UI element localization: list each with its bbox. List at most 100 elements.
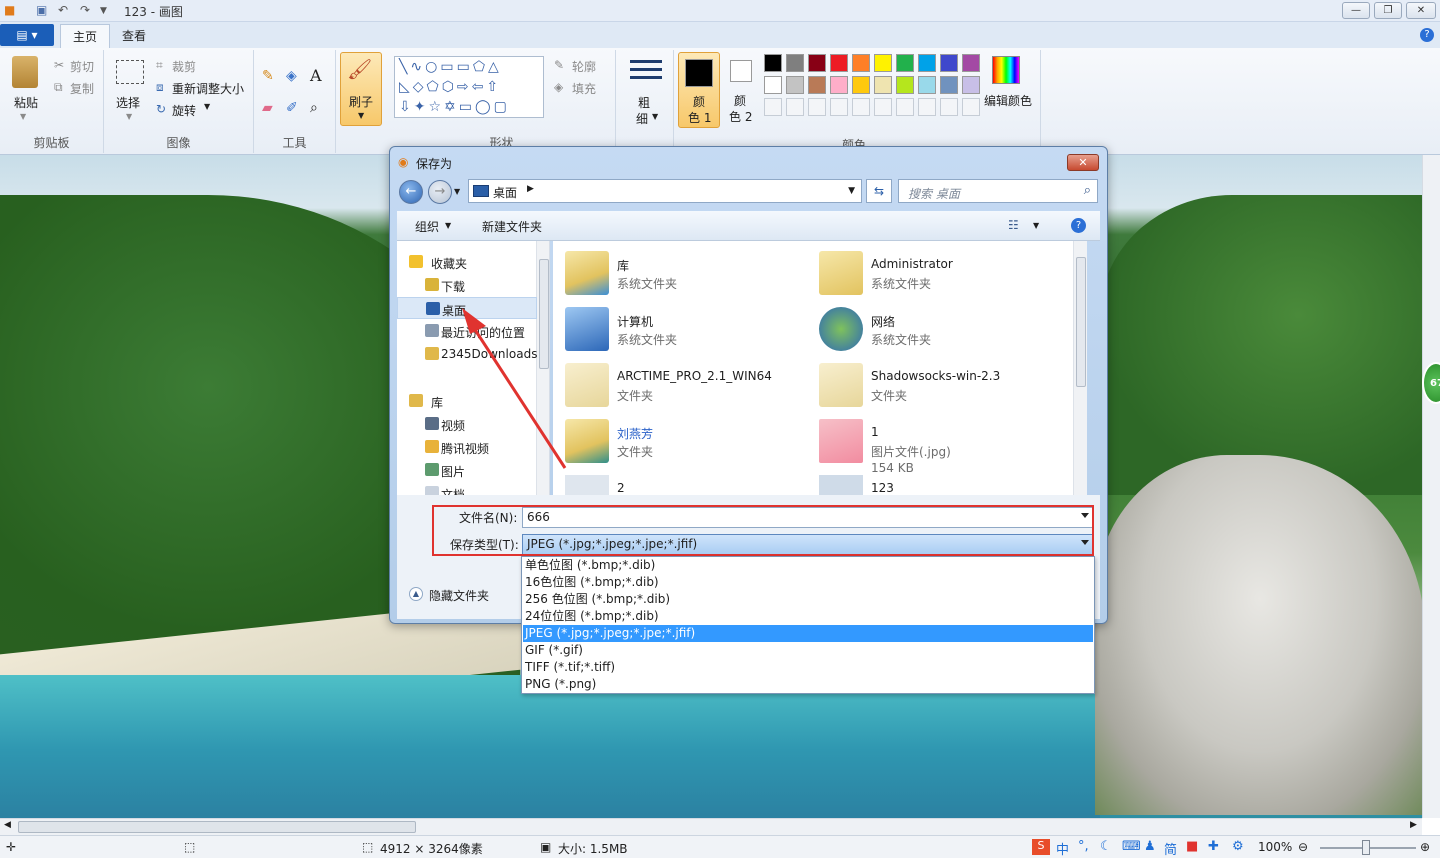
palette-swatch[interactable] xyxy=(830,76,848,94)
new-folder-button[interactable]: 新建文件夹 xyxy=(482,218,542,235)
paste-dropdown-icon[interactable]: ▼ xyxy=(20,112,26,121)
minimize-button[interactable]: — xyxy=(1342,2,1370,19)
crop-button[interactable]: 裁剪 xyxy=(172,58,196,75)
redo-icon[interactable]: ↷ xyxy=(80,3,90,17)
ime-mode[interactable]: 中 xyxy=(1056,839,1069,858)
restore-button[interactable]: ❐ xyxy=(1374,2,1402,19)
address-dropdown-icon[interactable]: ▼ xyxy=(848,186,855,196)
palette-swatch[interactable] xyxy=(896,76,914,94)
custom-color-slot[interactable] xyxy=(918,98,936,116)
save-icon[interactable]: ▣ xyxy=(36,3,47,17)
moon-icon[interactable]: ☾ xyxy=(1100,839,1112,854)
search-icon[interactable]: ⌕ xyxy=(1084,183,1091,198)
address-bar[interactable]: 桌面 ▶ ▼ xyxy=(468,179,862,203)
view-dropdown-icon[interactable]: ▼ xyxy=(1033,221,1039,230)
custom-color-slot[interactable] xyxy=(786,98,804,116)
search-box[interactable]: 搜索 桌面 ⌕ xyxy=(898,179,1098,203)
help-icon[interactable]: ? xyxy=(1420,28,1434,42)
nav-item[interactable]: 库 xyxy=(397,390,537,412)
nav-item[interactable]: 视频 xyxy=(397,413,537,435)
custom-color-slot[interactable] xyxy=(962,98,980,116)
palette-swatch[interactable] xyxy=(764,76,782,94)
ime-simplified[interactable]: 简 xyxy=(1164,839,1177,858)
filetype-option[interactable]: 256 色位图 (*.bmp;*.dib) xyxy=(523,591,1093,608)
copy-button[interactable]: 复制 xyxy=(70,80,94,97)
color-picker-icon[interactable]: ✐ xyxy=(286,100,298,116)
nav-scroll-thumb[interactable] xyxy=(539,259,549,369)
custom-color-slot[interactable] xyxy=(852,98,870,116)
palette-swatch[interactable] xyxy=(896,54,914,72)
nav-item[interactable]: 2345Downloads xyxy=(397,343,537,365)
palette-swatch[interactable] xyxy=(874,76,892,94)
edit-colors-button[interactable]: 编辑颜色 xyxy=(984,92,1032,109)
size-dropdown-icon[interactable]: ▼ xyxy=(652,112,658,121)
vertical-scrollbar[interactable] xyxy=(1422,155,1440,818)
palette-swatch[interactable] xyxy=(940,54,958,72)
files-scrollbar[interactable] xyxy=(1073,241,1087,495)
file-item[interactable]: Shadowsocks-win-2.3 文件夹 xyxy=(811,359,1061,413)
custom-color-slot[interactable] xyxy=(896,98,914,116)
file-menu-button[interactable]: ▤ ▾ xyxy=(0,24,54,46)
file-item[interactable]: 1 图片文件(.jpg) 154 KB xyxy=(811,415,1061,475)
refresh-button[interactable]: ⇆ xyxy=(866,179,892,203)
palette-swatch[interactable] xyxy=(852,54,870,72)
custom-color-slot[interactable] xyxy=(874,98,892,116)
fill-button[interactable]: 填充 xyxy=(572,80,596,97)
outline-button[interactable]: 轮廓 xyxy=(572,58,596,75)
fill-bucket-icon[interactable]: ◈ xyxy=(286,68,297,84)
tab-home[interactable]: 主页 xyxy=(60,24,111,48)
undo-icon[interactable]: ↶ xyxy=(58,3,68,17)
shapes-gallery[interactable]: ╲∿○▭▭⬠△ ◺◇⬠⬡⇨⇦⇧ ⇩✦☆✡▭◯▢ xyxy=(394,56,544,118)
palette-swatch[interactable] xyxy=(962,54,980,72)
nav-scrollbar[interactable] xyxy=(536,241,549,495)
filetype-option[interactable]: GIF (*.gif) xyxy=(523,642,1093,659)
palette-swatch[interactable] xyxy=(764,54,782,72)
filetype-option[interactable]: JPEG (*.jpg;*.jpeg;*.jpe;*.jfif) xyxy=(523,625,1093,642)
palette-swatch[interactable] xyxy=(786,54,804,72)
custom-color-slot[interactable] xyxy=(764,98,782,116)
hide-folders-button[interactable]: 隐藏文件夹 xyxy=(429,587,489,604)
collapse-icon[interactable]: ▲ xyxy=(409,587,423,601)
nav-item[interactable]: 最近访问的位置 xyxy=(397,320,537,342)
file-item[interactable]: 刘燕芳 文件夹 xyxy=(557,415,807,469)
edit-colors-icon[interactable] xyxy=(992,56,1020,84)
customize-toolbar-icon[interactable]: ▼ xyxy=(100,6,107,16)
paste-icon[interactable] xyxy=(12,56,38,88)
recent-pages-icon[interactable]: ▼ xyxy=(454,187,460,196)
horizontal-scrollbar[interactable]: ◀ ▶ xyxy=(0,818,1422,835)
keyboard-icon[interactable]: ⌨ xyxy=(1122,839,1141,854)
magnifier-icon[interactable]: ⌕ xyxy=(310,100,318,116)
cut-button[interactable]: 剪切 xyxy=(70,58,94,75)
breadcrumb-arrow-icon[interactable]: ▶ xyxy=(527,184,534,194)
view-options-icon[interactable]: ☷ xyxy=(1008,218,1019,232)
forward-button[interactable]: → xyxy=(428,180,452,204)
brush-button[interactable]: 🖌 刷子 ▼ xyxy=(340,52,382,126)
filetype-option[interactable]: 单色位图 (*.bmp;*.dib) xyxy=(523,557,1093,574)
palette-swatch[interactable] xyxy=(852,76,870,94)
zoom-in-icon[interactable]: ⊕ xyxy=(1420,840,1430,854)
filetype-option[interactable]: 24位位图 (*.bmp;*.dib) xyxy=(523,608,1093,625)
color2-button[interactable]: 颜 色 2 xyxy=(722,52,762,128)
custom-color-slot[interactable] xyxy=(808,98,826,116)
custom-color-slot[interactable] xyxy=(940,98,958,116)
files-scroll-thumb[interactable] xyxy=(1076,257,1086,387)
nav-item[interactable]: 收藏夹 xyxy=(397,251,537,273)
filetype-option[interactable]: 16色位图 (*.bmp;*.dib) xyxy=(523,574,1093,591)
video-icon[interactable]: ■ xyxy=(1186,839,1198,854)
nav-item[interactable]: 桌面 xyxy=(397,297,537,319)
punctuation-icon[interactable]: °, xyxy=(1078,839,1089,854)
color1-button[interactable]: 颜 色 1 xyxy=(678,52,720,128)
zoom-out-icon[interactable]: ⊖ xyxy=(1298,840,1308,854)
scroll-right-icon[interactable]: ▶ xyxy=(1410,820,1417,830)
palette-swatch[interactable] xyxy=(918,54,936,72)
organize-button[interactable]: 组织 xyxy=(415,218,439,235)
rotate-dropdown-icon[interactable]: ▼ xyxy=(204,102,210,111)
filetype-option[interactable]: PNG (*.png) xyxy=(523,676,1093,693)
palette-swatch[interactable] xyxy=(808,54,826,72)
close-button[interactable]: ✕ xyxy=(1406,2,1436,19)
file-item[interactable]: 库系统文件夹 xyxy=(557,247,807,301)
filetype-option[interactable]: TIFF (*.tif;*.tiff) xyxy=(523,659,1093,676)
dialog-close-button[interactable]: ✕ xyxy=(1067,154,1099,171)
palette-swatch[interactable] xyxy=(874,54,892,72)
file-item[interactable]: 网络 系统文件夹 xyxy=(811,303,1061,357)
